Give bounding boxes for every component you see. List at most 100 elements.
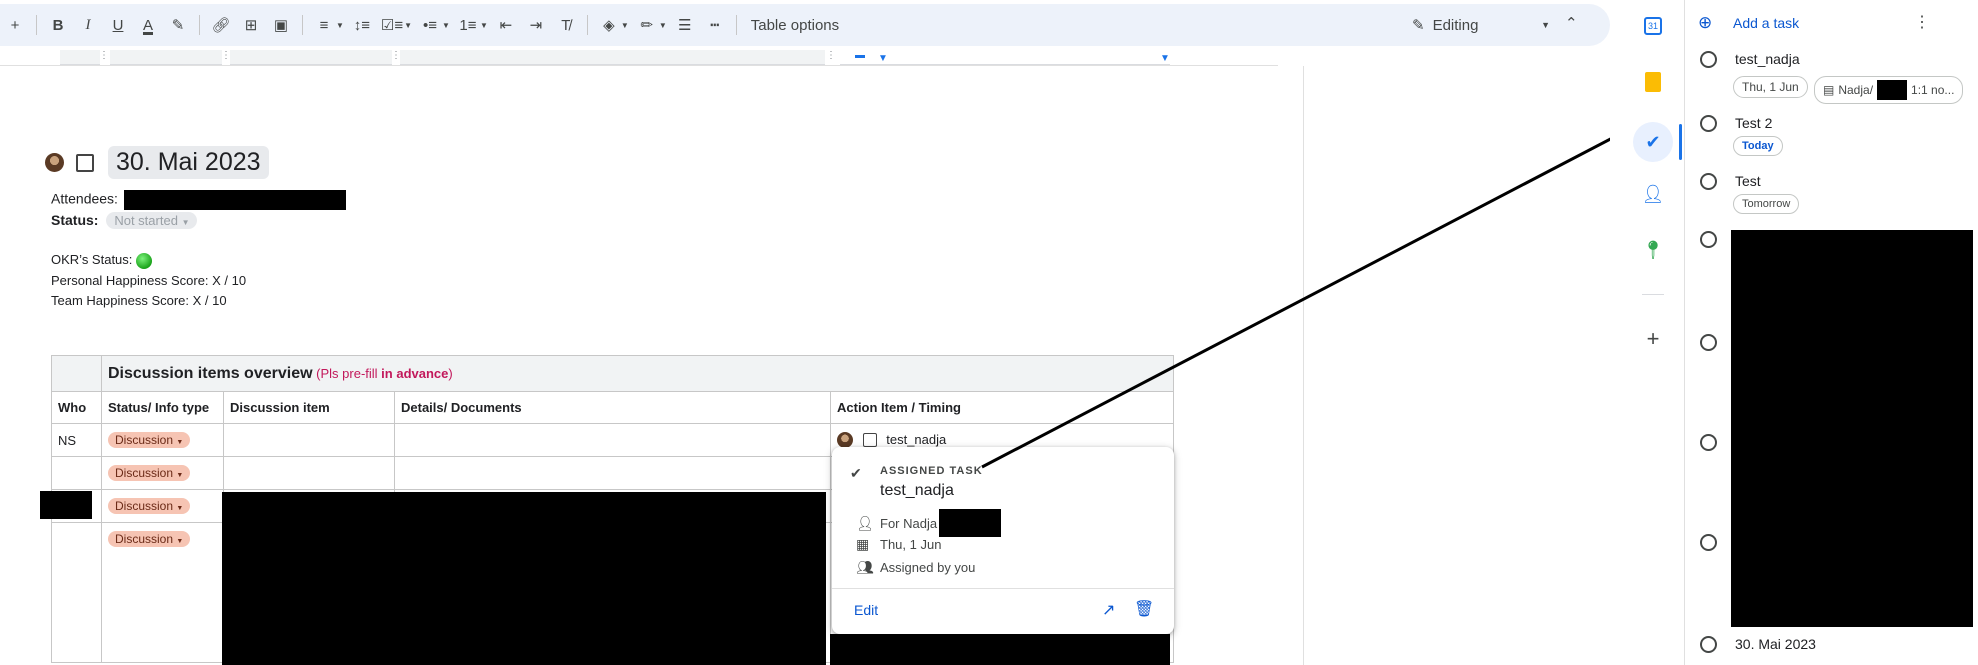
task-item[interactable]: Test 2 Today	[1686, 114, 1976, 164]
calendar-app-icon[interactable]: 31	[1637, 10, 1669, 42]
more-options-icon[interactable]: ⋮	[1914, 12, 1930, 32]
tasks-app-icon[interactable]: ✔	[1633, 122, 1673, 162]
maps-icon[interactable]: 📍︎	[1637, 234, 1669, 266]
highlight-icon[interactable]: ✎	[167, 10, 189, 40]
contacts-icon[interactable]: 👤︎	[1637, 178, 1669, 210]
task-complete-circle[interactable]	[1700, 173, 1717, 190]
table-ruler: ⋮ ⋮ ⋮ ⋮ ▬ ▼ ▼	[0, 50, 1278, 66]
editing-mode-dropdown[interactable]: ✎ Editing ▼	[1412, 8, 1550, 42]
checklist-icon[interactable]: ☑≡	[381, 10, 403, 40]
clear-formatting-icon[interactable]: T̸	[555, 10, 577, 40]
table-options-button[interactable]: Table options	[751, 17, 839, 34]
table-cell[interactable]	[223, 423, 395, 457]
task-complete-circle[interactable]	[1700, 636, 1717, 653]
header-details[interactable]: Details/ Documents	[394, 391, 831, 424]
table-cell[interactable]	[394, 456, 831, 490]
add-comment-icon[interactable]: ⊞	[240, 10, 262, 40]
date-chip[interactable]: 30. Mai 2023	[108, 146, 269, 179]
indent-marker[interactable]: ▼	[1160, 53, 1170, 64]
table-title: Discussion items overview	[108, 364, 313, 382]
status-cell[interactable]: Discussion ▼	[101, 456, 224, 490]
align-icon[interactable]: ≡	[313, 10, 335, 40]
who-cell[interactable]	[51, 456, 102, 490]
chevron-down-icon[interactable]: ▼	[480, 21, 488, 30]
task-complete-circle[interactable]	[1700, 115, 1717, 132]
column-handle[interactable]: ⋮	[826, 50, 836, 61]
open-external-icon[interactable]: ↗	[1102, 600, 1115, 620]
line-spacing-icon[interactable]: ↕≡	[351, 10, 373, 40]
discussion-chip[interactable]: Discussion ▼	[108, 498, 191, 514]
header-who[interactable]: Who	[51, 391, 102, 424]
table-title-cell[interactable]: Discussion items overview (Pls pre-fill …	[101, 355, 1174, 392]
edit-button[interactable]: Edit	[854, 602, 878, 618]
underline-icon[interactable]: U	[107, 10, 129, 40]
task-date-chip[interactable]: Thu, 1 Jun	[1733, 76, 1808, 98]
indent-marker[interactable]: ▬	[855, 50, 865, 61]
column-handle[interactable]: ⋮	[391, 50, 401, 61]
plus-icon[interactable]: +	[4, 10, 26, 40]
header-action-item[interactable]: Action Item / Timing	[830, 391, 1174, 424]
column-handle[interactable]: ⋮	[221, 50, 231, 61]
indent-marker[interactable]: ▼	[878, 53, 888, 64]
link-icon[interactable]: 🔗︎	[210, 10, 232, 40]
border-color-icon[interactable]: ✏	[636, 10, 658, 40]
task-date-chip[interactable]: Tomorrow	[1733, 194, 1800, 214]
status-cell[interactable]: Discussion ▼	[101, 489, 224, 523]
task-complete-circle[interactable]	[1700, 231, 1717, 248]
table-cell[interactable]	[51, 355, 102, 392]
bold-icon[interactable]: B	[47, 10, 69, 40]
okr-line: OKR’s Status:	[51, 252, 153, 269]
chevron-down-icon[interactable]: ▼	[659, 21, 667, 30]
keep-icon[interactable]	[1637, 66, 1669, 98]
chevron-down-icon[interactable]: ▼	[404, 21, 412, 30]
border-dash-icon[interactable]: ┅	[704, 10, 726, 40]
task-complete-circle[interactable]	[1700, 534, 1717, 551]
who-cell[interactable]	[51, 522, 102, 663]
table-cell[interactable]	[394, 423, 831, 457]
add-task-icon[interactable]: ⊕	[1698, 13, 1712, 33]
task-complete-circle[interactable]	[1700, 434, 1717, 451]
decrease-indent-icon[interactable]: ⇤	[495, 10, 517, 40]
chevron-down-icon[interactable]: ▼	[442, 21, 450, 30]
italic-icon[interactable]: I	[77, 10, 99, 40]
status-cell[interactable]: Discussion ▼	[101, 522, 224, 663]
attendees-line: Attendees:	[51, 190, 346, 210]
increase-indent-icon[interactable]: ⇥	[525, 10, 547, 40]
redacted-block	[123, 190, 346, 210]
chevron-down-icon[interactable]: ▼	[621, 21, 629, 30]
task-date-chip[interactable]: Today	[1733, 136, 1783, 156]
status-cell[interactable]: Discussion ▼	[101, 423, 224, 457]
task-doc-chip[interactable]: ▤ Nadja/ 1:1 no...	[1814, 76, 1964, 104]
who-cell[interactable]: NS	[51, 423, 102, 457]
discussion-chip[interactable]: Discussion ▼	[108, 432, 191, 448]
task-item[interactable]: test_nadja Thu, 1 Jun ▤ Nadja/ 1:1 no...	[1686, 50, 1976, 110]
fill-color-icon[interactable]: ◈	[598, 10, 620, 40]
header-status[interactable]: Status/ Info type	[101, 391, 224, 424]
table-cell[interactable]	[223, 456, 395, 490]
image-icon[interactable]: ▣	[270, 10, 292, 40]
add-app-icon[interactable]: +	[1637, 323, 1669, 355]
column-handle[interactable]: ⋮	[99, 50, 109, 61]
discussion-chip[interactable]: Discussion ▼	[108, 531, 191, 547]
status-chip[interactable]: Not started ▼	[106, 212, 198, 229]
checkbox[interactable]	[76, 153, 94, 172]
task-item[interactable]: 30. Mai 2023	[1686, 635, 1976, 665]
task-item[interactable]: Test Tomorrow	[1686, 172, 1976, 222]
header-discussion-item[interactable]: Discussion item	[223, 391, 395, 424]
task-complete-circle[interactable]	[1700, 334, 1717, 351]
task-complete-circle[interactable]	[1700, 51, 1717, 68]
border-width-icon[interactable]: ☰	[674, 10, 696, 40]
popup-kicker: ASSIGNED TASK	[880, 465, 983, 477]
text-color-icon[interactable]: A	[137, 10, 159, 40]
collapse-toolbar-button[interactable]: ⌃	[1565, 14, 1578, 32]
add-task-button[interactable]: Add a task	[1733, 15, 1799, 31]
delete-icon[interactable]: 🗑︎	[1134, 599, 1154, 619]
bulleted-list-icon[interactable]: •≡	[419, 10, 441, 40]
discussion-chip[interactable]: Discussion ▼	[108, 465, 191, 481]
numbered-list-icon[interactable]: 1≡	[457, 10, 479, 40]
popup-title: test_nadja	[880, 482, 954, 499]
task-checkbox[interactable]	[862, 433, 877, 448]
chevron-down-icon[interactable]: ▼	[336, 21, 344, 30]
task-chip-label[interactable]: test_nadja	[886, 432, 946, 447]
task-item-redacted[interactable]	[1686, 230, 1976, 630]
